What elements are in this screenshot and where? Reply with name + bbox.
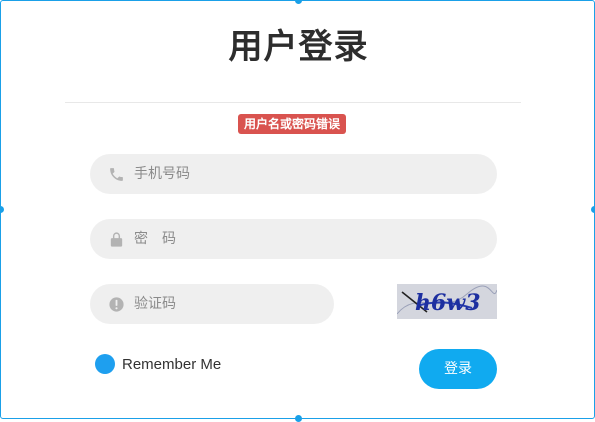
remember-me-checkbox[interactable]: Remember Me: [95, 354, 221, 374]
captcha-text: h6w3: [415, 290, 481, 316]
error-message: 用户名或密码错误: [238, 114, 347, 134]
login-button[interactable]: 登录: [419, 349, 497, 389]
remember-me-label: Remember Me: [122, 355, 222, 373]
password-field[interactable]: [90, 219, 497, 259]
phone-input[interactable]: [134, 154, 497, 194]
lock-icon: [108, 230, 125, 248]
password-input[interactable]: [134, 219, 497, 259]
divider: [65, 102, 521, 103]
phone-field[interactable]: [90, 154, 497, 194]
phone-icon: [108, 165, 125, 183]
captcha-input[interactable]: [134, 284, 334, 324]
resize-handle-right[interactable]: [591, 206, 595, 213]
captcha-field[interactable]: [90, 284, 334, 324]
alert-circle-icon: [108, 295, 125, 313]
checkbox-dot-icon[interactable]: [95, 354, 115, 374]
resize-handle-left[interactable]: [0, 206, 4, 213]
page-title: 用户登录: [228, 27, 369, 67]
resize-handle-top[interactable]: [295, 0, 302, 4]
login-panel: 用户登录 用户名或密码错误 手机号码 验证码 h6w3 Remember Me …: [0, 0, 595, 422]
captcha-image[interactable]: h6w3: [397, 284, 497, 319]
